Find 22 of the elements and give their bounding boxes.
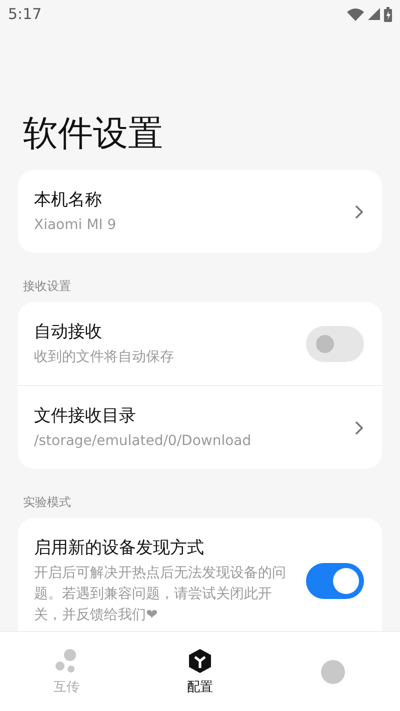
toggle-switch[interactable]: [306, 326, 364, 362]
setting-title: 启用新的设备发现方式: [34, 537, 205, 559]
hexagon-icon: [188, 648, 212, 674]
chevron-right-icon[interactable]: [354, 204, 364, 220]
status-time: 5:17: [8, 5, 42, 23]
setting-description: 收到的文件将自动保存: [34, 348, 175, 367]
signal-icon: [368, 8, 380, 20]
page-title: 软件设置: [23, 113, 164, 156]
setting-description: Xiaomi MI 9: [34, 216, 118, 235]
wifi-icon: [347, 8, 364, 20]
setting-title: 文件接收目录: [34, 405, 137, 427]
section-header: 实验模式: [23, 494, 72, 511]
circle-icon: [320, 658, 346, 684]
battery-icon: [384, 6, 392, 22]
setting-title: 本机名称: [34, 189, 103, 211]
setting-description: 开启后可解决开热点后无法发现设备的问题。若遇到兼容问题，请尝试关闭此开关，并反馈给我们❤: [34, 564, 287, 625]
nav-tab[interactable]: 配置: [133, 632, 267, 711]
section-header: 接收设置: [23, 278, 72, 295]
setting-description: /storage/emulated/0/Download: [34, 432, 252, 451]
chevron-right-icon[interactable]: [354, 420, 364, 436]
setting-title: 自动接收: [34, 321, 103, 343]
toggle-switch[interactable]: [306, 563, 364, 599]
